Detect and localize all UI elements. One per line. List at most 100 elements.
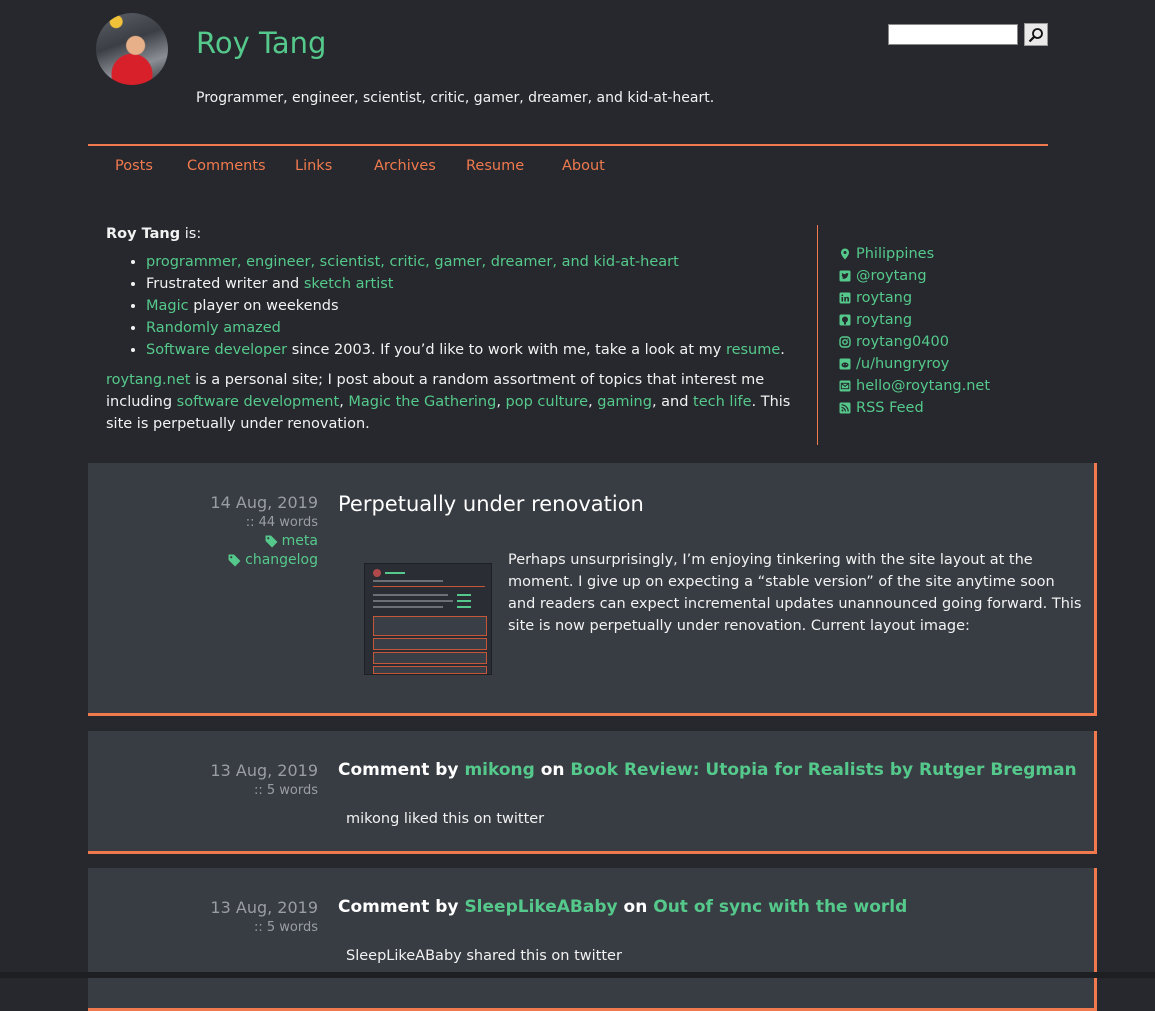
list-item: Magic player on weekends xyxy=(146,295,806,317)
comment-card: 13 Aug, 2019 :: 5 words Comment by Sleep… xyxy=(88,868,1097,1011)
social-twitter[interactable]: @roytang xyxy=(839,265,990,287)
avatar[interactable] xyxy=(96,13,168,85)
list-item: programmer, engineer, scientist, critic,… xyxy=(146,251,806,273)
tag-meta[interactable]: meta xyxy=(210,533,318,549)
list-item: Software developer since 2003. If you’d … xyxy=(146,339,806,361)
magic-the-gathering-link[interactable]: Magic the Gathering xyxy=(348,394,496,410)
site-tagline: Programmer, engineer, scientist, critic,… xyxy=(196,90,715,106)
word-count: :: 44 words xyxy=(245,515,318,530)
comment-body: SleepLikeABaby shared this on twitter xyxy=(346,948,622,964)
social-rss[interactable]: RSS Feed xyxy=(839,397,990,419)
software-development-link[interactable]: software development xyxy=(177,394,340,410)
comment-target-link[interactable]: Out of sync with the world xyxy=(653,897,907,917)
tag-changelog[interactable]: changelog xyxy=(210,552,318,568)
post-meta: 13 Aug, 2019 :: 5 words xyxy=(210,898,318,935)
list-text: since 2003. If you’d like to work with m… xyxy=(287,342,726,358)
post-title[interactable]: Perpetually under renovation xyxy=(338,492,644,516)
social-label: RSS Feed xyxy=(856,400,924,416)
intro-heading: Roy Tang is: xyxy=(106,223,806,245)
tag-label: changelog xyxy=(245,552,318,568)
social-label: @roytang xyxy=(856,268,927,284)
post-date[interactable]: 14 Aug, 2019 xyxy=(210,493,318,512)
list-text: Frustrated writer and xyxy=(146,276,304,292)
nav-posts[interactable]: Posts xyxy=(115,158,153,174)
comment-prefix: Comment by xyxy=(338,897,465,917)
search-button[interactable] xyxy=(1024,23,1048,46)
intro-is-label: is: xyxy=(180,226,202,242)
word-count: :: 5 words xyxy=(253,920,318,935)
intro-list: programmer, engineer, scientist, critic,… xyxy=(106,251,806,361)
github-icon xyxy=(839,314,851,326)
list-item: Randomly amazed xyxy=(146,317,806,339)
tag-icon xyxy=(228,554,241,566)
comment-title: Comment by SleepLikeABaby on Out of sync… xyxy=(338,897,907,917)
social-github[interactable]: roytang xyxy=(839,309,990,331)
twitter-icon xyxy=(839,270,851,282)
roles-link[interactable]: programmer, engineer, scientist, critic,… xyxy=(146,254,679,270)
list-item: Frustrated writer and sketch artist xyxy=(146,273,806,295)
window-bottom-edge xyxy=(0,972,1155,978)
comment-target-link[interactable]: Book Review: Utopia for Realists by Rutg… xyxy=(570,760,1076,780)
resume-link[interactable]: resume xyxy=(726,342,780,358)
sketch-artist-link[interactable]: sketch artist xyxy=(304,276,394,292)
comment-author-link[interactable]: SleepLikeABaby xyxy=(464,897,617,917)
social-instagram[interactable]: roytang0400 xyxy=(839,331,990,353)
intro-section: Roy Tang is: programmer, engineer, scien… xyxy=(106,223,806,435)
nav-about[interactable]: About xyxy=(562,158,605,174)
nav-archives[interactable]: Archives xyxy=(374,158,436,174)
post-body: Perhaps unsurprisingly, I’m enjoying tin… xyxy=(508,552,1082,634)
pop-culture-link[interactable]: pop culture xyxy=(506,394,589,410)
social-email[interactable]: hello@roytang.net xyxy=(839,375,990,397)
social-label: roytang0400 xyxy=(856,334,949,350)
post-date[interactable]: 13 Aug, 2019 xyxy=(210,761,318,780)
comment-title: Comment by mikong on Book Review: Utopia… xyxy=(338,760,1077,780)
map-marker-icon xyxy=(841,248,849,260)
tech-life-link[interactable]: tech life xyxy=(693,394,751,410)
nav-comments[interactable]: Comments xyxy=(187,158,266,174)
comment-on: on xyxy=(617,897,654,917)
comment-prefix: Comment by xyxy=(338,760,465,780)
list-text: . xyxy=(780,342,785,358)
intro-paragraph: roytang.net is a personal site; I post a… xyxy=(106,369,806,435)
social-linkedin[interactable]: roytang xyxy=(839,287,990,309)
post-meta: 14 Aug, 2019 :: 44 words meta changelog xyxy=(210,493,318,568)
post-card: 14 Aug, 2019 :: 44 words meta changelog … xyxy=(88,463,1097,716)
layout-screenshot-thumbnail[interactable] xyxy=(364,563,492,675)
para-text: , and xyxy=(651,394,694,410)
sidebar-divider xyxy=(817,225,818,445)
post-meta: 13 Aug, 2019 :: 5 words xyxy=(210,761,318,798)
para-text: , xyxy=(496,394,506,410)
comment-author-link[interactable]: mikong xyxy=(464,760,534,780)
para-text: , xyxy=(588,394,598,410)
reddit-icon xyxy=(839,358,851,370)
randomly-amazed-link[interactable]: Randomly amazed xyxy=(146,320,281,336)
site-title[interactable]: Roy Tang xyxy=(196,26,326,60)
social-label: /u/hungryroy xyxy=(856,356,950,372)
linkedin-icon xyxy=(839,292,851,304)
social-label: Philippines xyxy=(856,246,935,262)
gaming-link[interactable]: gaming xyxy=(597,394,652,410)
list-text: player on weekends xyxy=(188,298,339,314)
social-label: hello@roytang.net xyxy=(856,378,991,394)
post-date[interactable]: 13 Aug, 2019 xyxy=(210,898,318,917)
tag-icon xyxy=(265,535,278,547)
social-location: Philippines xyxy=(839,243,990,265)
rss-icon xyxy=(839,402,851,414)
nav-resume[interactable]: Resume xyxy=(466,158,524,174)
search-icon xyxy=(1028,28,1043,43)
search-input[interactable] xyxy=(888,24,1018,45)
social-links: Philippines @roytang roytang roytang roy… xyxy=(839,243,990,419)
comment-body: mikong liked this on twitter xyxy=(346,811,545,827)
envelope-icon xyxy=(839,380,851,392)
social-reddit[interactable]: /u/hungryroy xyxy=(839,353,990,375)
instagram-icon xyxy=(839,336,851,348)
intro-name: Roy Tang xyxy=(106,226,181,242)
nav-links[interactable]: Links xyxy=(295,158,332,174)
software-developer-link[interactable]: Software developer xyxy=(146,342,287,358)
comment-card: 13 Aug, 2019 :: 5 words Comment by mikon… xyxy=(88,731,1097,854)
magic-link[interactable]: Magic xyxy=(146,298,189,314)
tag-label: meta xyxy=(281,533,318,549)
word-count: :: 5 words xyxy=(253,783,318,798)
social-label: roytang xyxy=(856,290,913,306)
site-link[interactable]: roytang.net xyxy=(106,372,190,388)
